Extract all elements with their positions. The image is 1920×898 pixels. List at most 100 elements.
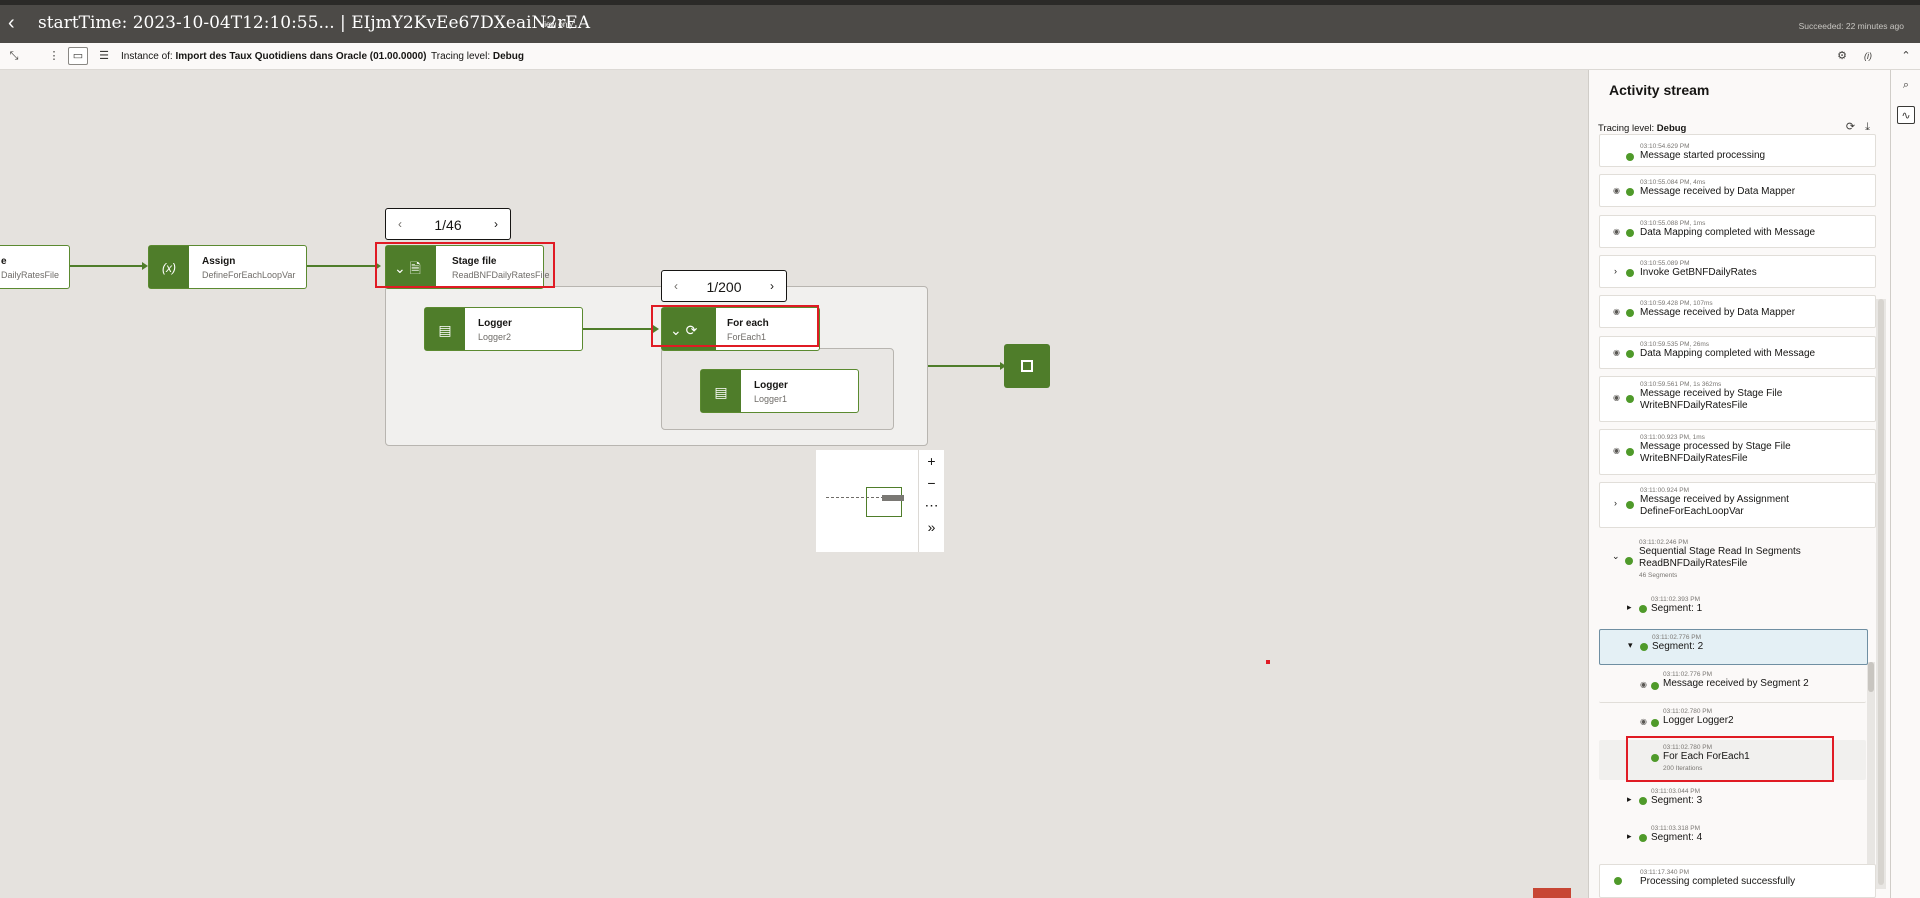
list-view-icon[interactable]: ☰ [97, 49, 111, 63]
feed-scrollbar-thumb[interactable] [1878, 299, 1884, 885]
list-item[interactable]: 03:10:54.629 PM Message started processi… [1599, 134, 1876, 167]
list-item[interactable]: › 03:10:55.089 PM Invoke GetBNFDailyRate… [1599, 255, 1876, 288]
minimap-viewport[interactable] [866, 487, 902, 517]
item-timestamp: 03:11:03.044 PM [1651, 788, 1701, 795]
caret-right-icon[interactable]: ▸ [1627, 831, 1632, 842]
minimap[interactable]: + − ⋯ » [816, 450, 944, 552]
instance-of: Instance of: Import des Taux Quotidiens … [121, 51, 427, 62]
item-label: Sequential Stage Read In Segments [1639, 546, 1801, 557]
success-icon [1626, 309, 1634, 317]
caret-right-icon[interactable]: ▸ [1627, 602, 1632, 613]
gear-icon[interactable]: ⚙ [1835, 49, 1849, 63]
zoom-in-icon[interactable]: + [919, 450, 944, 472]
list-item[interactable]: ▸ 03:11:03.044 PM Segment: 3 [1599, 784, 1876, 818]
activity-icon[interactable]: ∿ [1897, 106, 1915, 124]
item-label-secondary: WriteBNFDailyRatesFile [1640, 453, 1748, 464]
list-item[interactable]: ◉ 03:10:55.084 PM, 4ms Message received … [1599, 174, 1876, 207]
view-icon[interactable]: ◉ [1613, 307, 1620, 316]
pager-next-button[interactable]: › [770, 279, 774, 293]
pager-next-button[interactable]: › [494, 217, 498, 231]
item-timestamp: 03:11:03.318 PM [1651, 825, 1701, 832]
instance-name: Import des Taux Quotidiens dans Oracle (… [175, 51, 427, 62]
segments-scrollbar[interactable] [1867, 662, 1875, 898]
list-item[interactable]: 03:11:17.340 PM Processing completed suc… [1599, 864, 1876, 898]
item-timestamp: 03:10:54.629 PM [1640, 143, 1690, 150]
run-status: Succeeded: 22 minutes ago [1798, 21, 1904, 31]
pager-stage-file: ‹ 1/46 › [385, 208, 511, 240]
red-marker [1266, 660, 1270, 664]
success-icon [1625, 557, 1633, 565]
flow-canvas[interactable]: e DailyRatesFile (x) Assign DefineForEac… [0, 70, 1588, 898]
chevron-up-icon[interactable]: ⌃ [1899, 49, 1913, 63]
download-icon[interactable]: ⤓ [1865, 121, 1880, 133]
view-icon[interactable]: ◉ [1640, 717, 1647, 726]
more-options-icon[interactable]: ⋯ [919, 494, 944, 516]
success-icon [1639, 605, 1647, 613]
segments-scrollbar-thumb[interactable] [1868, 662, 1874, 692]
item-timestamp: 03:10:55.084 PM, 4ms [1640, 179, 1706, 186]
list-item[interactable]: ◉ 03:11:02.776 PM Message received by Se… [1599, 667, 1866, 703]
search-icon[interactable]: ⌕ [1897, 76, 1915, 94]
list-item[interactable]: ◉ 03:10:59.535 PM, 26ms Data Mapping com… [1599, 336, 1876, 369]
chevron-right-icon[interactable]: › [1614, 266, 1617, 276]
info-icon[interactable]: (i) [1861, 49, 1875, 63]
item-timestamp: 03:10:59.535 PM, 26ms [1640, 341, 1710, 348]
caret-right-icon[interactable]: ▸ [1627, 794, 1632, 805]
node-read-file[interactable]: e DailyRatesFile [0, 245, 70, 289]
list-item[interactable]: ◉ 03:10:59.561 PM, 1s 362ms Message rece… [1599, 376, 1876, 422]
list-item[interactable]: › 03:11:00.924 PM Message received by As… [1599, 482, 1876, 528]
item-label: Processing completed successfully [1640, 876, 1796, 887]
node-sub: Logger2 [478, 332, 512, 342]
chevron-down-icon[interactable]: ⌄ [1612, 551, 1620, 562]
caret-down-icon[interactable]: ▾ [1628, 640, 1633, 651]
success-icon [1626, 448, 1634, 456]
end-node[interactable] [1004, 344, 1050, 388]
view-only-badge: View only [539, 20, 574, 29]
highlight-for-each-entry [1626, 736, 1834, 782]
tracing-level: Tracing level: Debug [431, 51, 524, 62]
page-title: startTime: 2023-10-04T12:10:55... | EIjm… [38, 13, 591, 33]
connector-line [70, 265, 146, 267]
item-sub: 46 Segments [1639, 572, 1678, 579]
list-item[interactable]: ▸ 03:11:03.318 PM Segment: 4 [1599, 821, 1876, 855]
expand-icon[interactable]: » [919, 516, 944, 538]
success-icon [1614, 877, 1622, 885]
item-timestamp: 03:11:17.340 PM [1640, 869, 1690, 876]
success-icon [1640, 643, 1648, 651]
node-name: e [1, 256, 7, 267]
view-icon[interactable]: ◉ [1613, 393, 1620, 402]
node-assign[interactable]: (x) Assign DefineForEachLoopVar [148, 245, 307, 289]
refresh-icon[interactable]: ⟳ [1846, 121, 1865, 133]
list-item[interactable]: ◉ 03:11:02.780 PM Logger Logger2 [1599, 704, 1866, 740]
zoom-out-icon[interactable]: − [919, 472, 944, 494]
feed-scrollbar[interactable] [1876, 299, 1886, 889]
view-icon[interactable]: ◉ [1613, 227, 1620, 236]
collapse-icon[interactable]: ⤡ [7, 49, 21, 63]
highlight-for-each [651, 305, 819, 347]
item-label: Message received by Stage File [1640, 388, 1783, 399]
vertical-layout-icon[interactable]: ⋮ [47, 49, 61, 63]
list-item[interactable]: ▸ 03:11:02.393 PM Segment: 1 [1599, 592, 1876, 626]
item-label: Message received by Data Mapper [1640, 307, 1796, 318]
node-sub: DefineForEachLoopVar [202, 270, 296, 280]
list-item[interactable]: ⌄ 03:11:02.246 PM Sequential Stage Read … [1599, 535, 1876, 587]
activity-feed[interactable]: 03:10:54.629 PM Message started processi… [1589, 134, 1890, 898]
view-icon[interactable]: ◉ [1640, 680, 1647, 689]
horizontal-layout-icon[interactable]: ▭ [68, 47, 88, 65]
item-timestamp: 03:10:55.088 PM, 1ms [1640, 220, 1706, 227]
node-logger1[interactable]: ▤ Logger Logger1 [700, 369, 859, 413]
logger-icon: ▤ [701, 370, 741, 412]
node-sub: DailyRatesFile [1, 270, 60, 280]
list-item[interactable]: ◉ 03:11:00.923 PM, 1ms Message processed… [1599, 429, 1876, 475]
view-icon[interactable]: ◉ [1613, 186, 1620, 195]
list-item[interactable]: ◉ 03:10:59.428 PM, 107ms Message receive… [1599, 295, 1876, 328]
list-item[interactable]: ◉ 03:10:55.088 PM, 1ms Data Mapping comp… [1599, 215, 1876, 248]
chevron-right-icon[interactable]: › [1614, 498, 1617, 508]
view-icon[interactable]: ◉ [1613, 446, 1620, 455]
back-arrow-icon[interactable]: ‹ [8, 13, 24, 33]
success-icon [1626, 153, 1634, 161]
view-icon[interactable]: ◉ [1613, 348, 1620, 357]
logger-icon: ▤ [425, 308, 465, 350]
node-logger2[interactable]: ▤ Logger Logger2 [424, 307, 583, 351]
list-item-selected[interactable]: ▾ 03:11:02.776 PM Segment: 2 [1599, 629, 1868, 665]
